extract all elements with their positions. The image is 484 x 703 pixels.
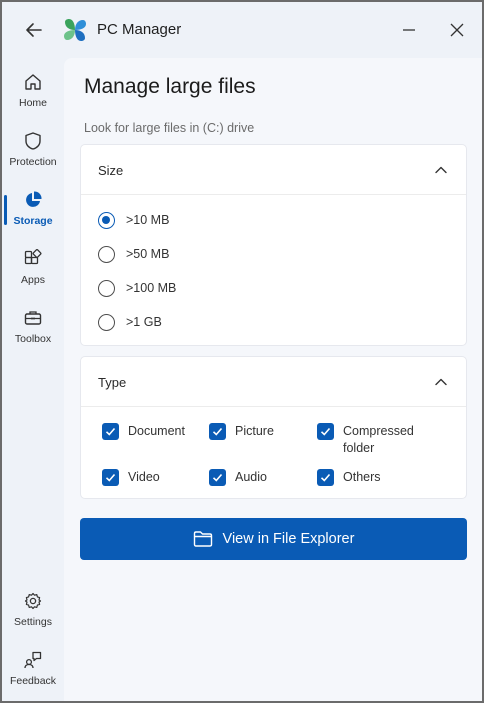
sidebar-item-protection[interactable]: Protection — [2, 129, 64, 179]
pc-manager-logo-icon — [62, 17, 88, 43]
feedback-icon — [24, 651, 42, 669]
sidebar-item-apps[interactable]: Apps — [2, 247, 64, 297]
checkbox[interactable] — [102, 469, 119, 486]
active-indicator — [4, 195, 7, 225]
sidebar-item-label: Apps — [21, 274, 45, 286]
size-section-label: Size — [98, 163, 124, 178]
checkmark-icon — [105, 473, 116, 482]
sidebar-item-label: Protection — [9, 156, 57, 168]
home-icon — [25, 74, 41, 90]
close-button[interactable] — [443, 16, 471, 44]
radio-label: >10 MB — [126, 213, 170, 227]
folder-icon — [193, 531, 212, 547]
toolbox-icon — [24, 311, 42, 325]
checkbox[interactable] — [209, 469, 226, 486]
sidebar-item-label: Storage — [13, 215, 53, 227]
checkbox[interactable] — [317, 469, 334, 486]
sidebar-item-label: Home — [18, 97, 47, 109]
checkbox-label: Others — [343, 470, 381, 484]
radio-button[interactable] — [98, 211, 115, 229]
sidebar-item-label: Settings — [14, 616, 52, 628]
chevron-up-icon[interactable] — [434, 375, 448, 389]
checkbox[interactable] — [209, 423, 226, 440]
pc-manager-window: PC Manager Home Protection Storage Apps … — [0, 0, 484, 703]
sidebar-item-toolbox[interactable]: Toolbox — [2, 306, 64, 356]
gear-icon — [24, 592, 42, 610]
apps-icon — [24, 249, 42, 265]
checkmark-icon — [320, 473, 331, 482]
back-button[interactable] — [20, 16, 48, 44]
checkbox[interactable] — [317, 423, 334, 440]
type-option-picture[interactable]: Picture — [209, 423, 274, 440]
checkmark-icon — [105, 427, 116, 436]
radio-button[interactable] — [98, 279, 115, 297]
size-section-header[interactable]: Size — [81, 145, 466, 195]
sidebar-item-feedback[interactable]: Feedback — [2, 648, 64, 698]
shield-icon — [25, 132, 41, 150]
radio-button[interactable] — [98, 313, 115, 331]
type-option-audio[interactable]: Audio — [209, 469, 267, 486]
sidebar-item-storage[interactable]: Storage — [2, 188, 64, 238]
size-option-10mb[interactable]: >10 MB — [98, 209, 169, 231]
radio-label: >50 MB — [126, 247, 170, 261]
page-title: Manage large files — [84, 75, 256, 98]
size-option-100mb[interactable]: >100 MB — [98, 277, 176, 299]
checkbox-label: Document — [128, 424, 185, 438]
page-subtitle: Look for large files in (C:) drive — [84, 121, 255, 135]
checkbox-label: Compressed folder — [343, 424, 414, 455]
checkbox[interactable] — [102, 423, 119, 440]
type-option-video[interactable]: Video — [102, 469, 160, 486]
type-option-compressed-folder[interactable]: Compressed folder — [317, 423, 427, 457]
size-option-1gb[interactable]: >1 GB — [98, 311, 162, 333]
main-panel: Manage large files Look for large files … — [64, 58, 482, 701]
radio-label: >1 GB — [126, 315, 162, 329]
checkbox-label: Picture — [235, 424, 274, 438]
sidebar: Home Protection Storage Apps Toolbox Set… — [2, 58, 64, 701]
pie-chart-icon — [26, 191, 42, 207]
type-card: Type Document Picture Compressed folder … — [80, 356, 467, 499]
checkbox-label: Audio — [235, 470, 267, 484]
chevron-up-icon[interactable] — [434, 163, 448, 177]
checkmark-icon — [212, 473, 223, 482]
type-option-others[interactable]: Others — [317, 469, 381, 486]
size-option-50mb[interactable]: >50 MB — [98, 243, 169, 265]
sidebar-item-settings[interactable]: Settings — [2, 589, 64, 639]
type-section-label: Type — [98, 375, 127, 390]
sidebar-item-label: Feedback — [9, 675, 57, 687]
checkbox-label: Video — [128, 470, 160, 484]
checkmark-icon — [320, 427, 331, 436]
back-arrow-icon — [26, 23, 42, 37]
close-icon — [450, 23, 464, 37]
app-title: PC Manager — [97, 21, 182, 38]
radio-label: >100 MB — [126, 281, 177, 295]
title-bar: PC Manager — [2, 2, 482, 58]
sidebar-item-home[interactable]: Home — [2, 70, 64, 120]
type-option-document[interactable]: Document — [102, 423, 185, 440]
minimize-button[interactable] — [395, 16, 423, 44]
size-card: Size >10 MB >50 MB >100 MB >1 GB — [80, 144, 467, 346]
view-in-file-explorer-label: View in File Explorer — [222, 531, 355, 547]
minimize-icon — [403, 29, 415, 31]
type-section-header[interactable]: Type — [81, 357, 466, 407]
view-in-file-explorer-button[interactable]: View in File Explorer — [80, 518, 467, 560]
sidebar-item-label: Toolbox — [14, 333, 52, 345]
radio-button[interactable] — [98, 245, 115, 263]
checkmark-icon — [212, 427, 223, 436]
